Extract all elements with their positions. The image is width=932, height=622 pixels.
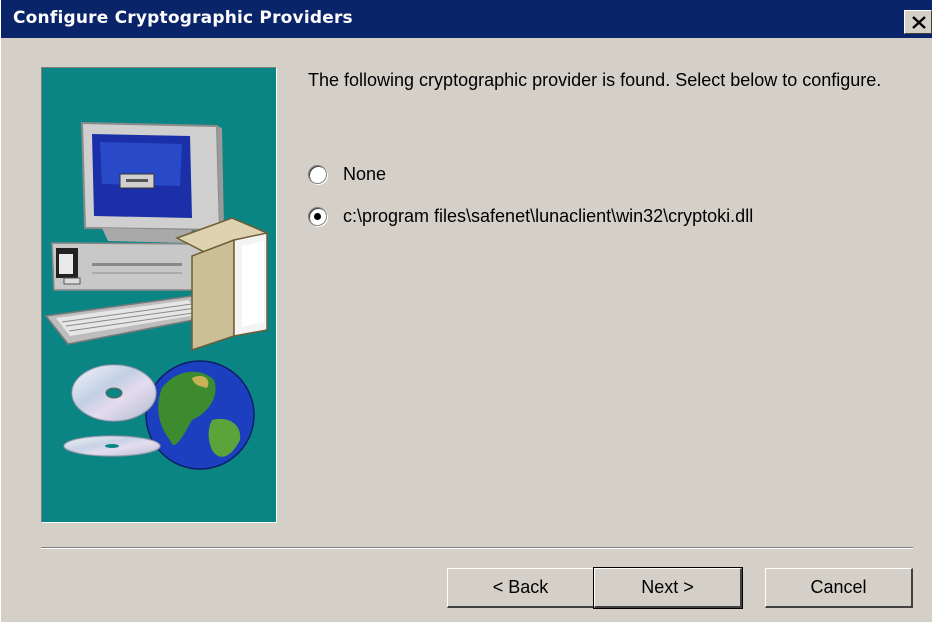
radio-cryptoki[interactable] <box>308 206 327 226</box>
wizard-window: Configure Cryptographic Providers The fo… <box>0 0 932 622</box>
monitor-illustration <box>80 121 224 243</box>
next-button[interactable]: Next > <box>593 567 743 609</box>
title-bar[interactable]: Configure Cryptographic Providers <box>1 0 932 38</box>
option-cryptoki[interactable]: c:\program files\safenet\lunaclient\win3… <box>308 204 753 228</box>
cd-discs-illustration <box>63 364 161 457</box>
footer-separator <box>41 547 913 549</box>
back-button[interactable]: < Back <box>447 568 595 608</box>
keyboard-illustration <box>44 295 216 345</box>
window-title: Configure Cryptographic Providers <box>13 8 353 28</box>
option-none[interactable]: None <box>308 162 386 186</box>
cancel-button[interactable]: Cancel <box>765 568 913 608</box>
option-none-label[interactable]: None <box>343 164 386 185</box>
globe-illustration <box>145 360 255 470</box>
close-button[interactable] <box>904 10 932 34</box>
intro-text: The following cryptographic provider is … <box>308 70 882 90</box>
close-icon <box>912 16 926 29</box>
radio-none[interactable] <box>308 164 327 184</box>
computer-case-illustration <box>51 242 215 291</box>
option-cryptoki-label[interactable]: c:\program files\safenet\lunaclient\win3… <box>343 206 753 227</box>
wizard-side-image <box>41 67 277 523</box>
radio-selected-dot <box>314 212 321 220</box>
